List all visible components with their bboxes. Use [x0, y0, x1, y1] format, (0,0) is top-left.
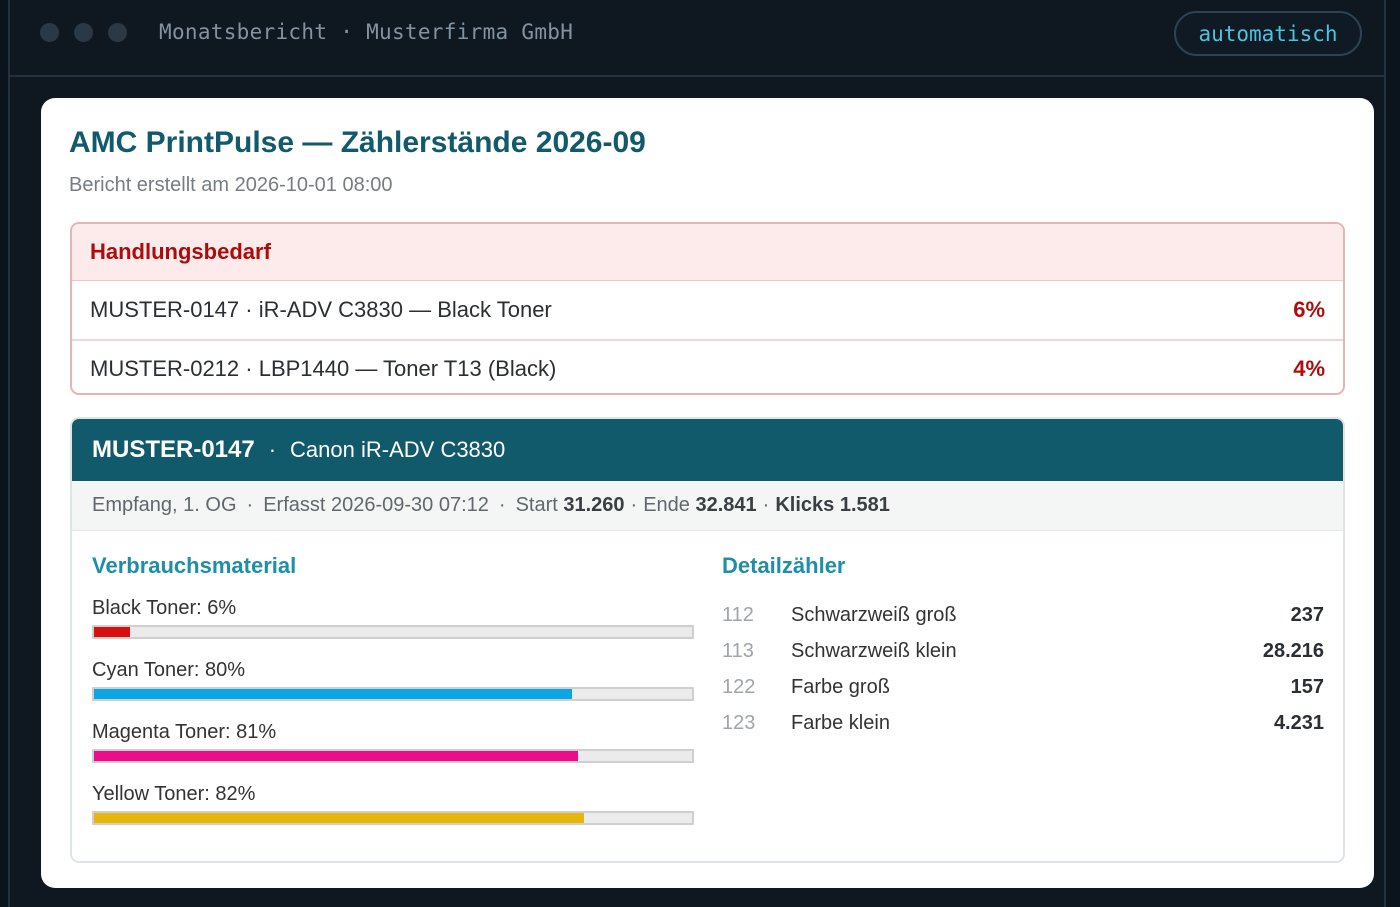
supply-level-fill — [94, 751, 579, 761]
supply-item: Yellow Toner: 82% — [92, 783, 694, 845]
counter-code: 122 — [722, 675, 756, 698]
report-timestamp: Bericht erstellt am 2026-10-01 08:00 — [69, 174, 393, 196]
counter-row: 122 Farbe groß 157 — [722, 669, 1324, 705]
supply-item: Magenta Toner: 81% — [92, 721, 694, 783]
recorded-time: Erfasst 2026-09-30 07:12 — [263, 494, 489, 516]
supply-level-bar — [92, 749, 694, 763]
supplies-list: Black Toner: 6% Cyan Toner: 80% Magenta … — [92, 597, 694, 845]
meta-separator: · — [498, 494, 506, 516]
meta-separator: · — [762, 494, 770, 516]
counter-value: 28.216 — [1262, 639, 1324, 662]
counter-name: Farbe groß — [791, 675, 890, 698]
counter-name: Farbe klein — [791, 711, 890, 734]
counter-value: 237 — [1290, 603, 1324, 626]
mode-badge: automatisch — [1174, 11, 1362, 56]
supply-level-bar — [92, 811, 694, 825]
meta-separator: · — [246, 494, 254, 516]
window-title: Monatsbericht · Musterfirma GmbH — [159, 20, 574, 44]
report-card: AMC PrintPulse — Zählerstände 2026-09 Be… — [41, 98, 1374, 888]
supply-level-bar — [92, 687, 694, 701]
counter-row: 113 Schwarzweiß klein 28.216 — [722, 633, 1324, 669]
counter-name: Schwarzweiß groß — [791, 603, 957, 626]
start-label: Start — [515, 494, 558, 516]
supply-label: Yellow Toner: 82% — [92, 783, 256, 805]
action-required-panel: Handlungsbedarf MUSTER-0147 · iR-ADV C38… — [70, 222, 1345, 395]
window-minimize-button[interactable] — [74, 23, 93, 42]
counters-heading: Detailzähler — [722, 553, 846, 578]
alert-item[interactable]: MUSTER-0147 · iR-ADV C3830 — Black Toner… — [72, 281, 1343, 339]
action-required-heading: Handlungsbedarf — [72, 224, 1343, 281]
end-value: 32.841 — [695, 494, 757, 516]
device-meta: Empfang, 1. OG · Erfasst 2026-09-30 07:1… — [72, 481, 1343, 531]
counters-table: 112 Schwarzweiß groß 237 113 Schwarzweiß… — [722, 597, 1324, 741]
alert-item[interactable]: MUSTER-0212 · LBP1440 — Toner T13 (Black… — [72, 339, 1343, 393]
alert-item-text: MUSTER-0212 · LBP1440 — Toner T13 (Black… — [90, 356, 557, 381]
counter-code: 123 — [722, 711, 756, 734]
counter-value: 4.231 — [1273, 711, 1324, 734]
supply-level-bar — [92, 625, 694, 639]
title-bar: Monatsbericht · Musterfirma GmbH automat… — [10, 0, 1384, 77]
window-close-button[interactable] — [40, 23, 59, 42]
end-label: Ende — [643, 494, 690, 516]
supplies-heading: Verbrauchsmaterial — [92, 553, 297, 578]
supply-label: Magenta Toner: 81% — [92, 721, 277, 743]
counter-row: 123 Farbe klein 4.231 — [722, 705, 1324, 741]
counter-name: Schwarzweiß klein — [791, 639, 957, 662]
report-window: Monatsbericht · Musterfirma GmbH automat… — [8, 0, 1386, 907]
alert-item-text: MUSTER-0147 · iR-ADV C3830 — Black Toner — [90, 297, 552, 322]
supply-item: Cyan Toner: 80% — [92, 659, 694, 721]
clicks-total: Klicks 1.581 — [775, 494, 890, 516]
supply-level-fill — [94, 689, 573, 699]
counter-code: 113 — [722, 639, 754, 662]
meta-separator: · — [630, 494, 638, 516]
supply-item: Black Toner: 6% — [92, 597, 694, 659]
supply-label: Black Toner: 6% — [92, 597, 237, 619]
counter-code: 112 — [722, 603, 754, 626]
device-id: MUSTER-0147 — [92, 436, 255, 463]
counter-value: 157 — [1290, 675, 1324, 698]
window-maximize-button[interactable] — [108, 23, 127, 42]
supply-level-fill — [94, 813, 585, 823]
device-model: Canon iR-ADV C3830 — [290, 437, 506, 462]
supply-label: Cyan Toner: 80% — [92, 659, 246, 681]
supply-level-fill — [94, 627, 130, 637]
header-separator: · — [268, 437, 277, 462]
device-header: MUSTER-0147 · Canon iR-ADV C3830 — [72, 419, 1343, 481]
start-value: 31.260 — [563, 494, 625, 516]
device-card: MUSTER-0147 · Canon iR-ADV C3830 Empfang… — [70, 417, 1345, 863]
alert-item-percent: 4% — [1293, 356, 1325, 381]
counter-row: 112 Schwarzweiß groß 237 — [722, 597, 1324, 633]
alert-item-percent: 6% — [1293, 297, 1325, 322]
page-title: AMC PrintPulse — Zählerstände 2026-09 — [69, 126, 646, 159]
device-location: Empfang, 1. OG — [92, 494, 237, 516]
